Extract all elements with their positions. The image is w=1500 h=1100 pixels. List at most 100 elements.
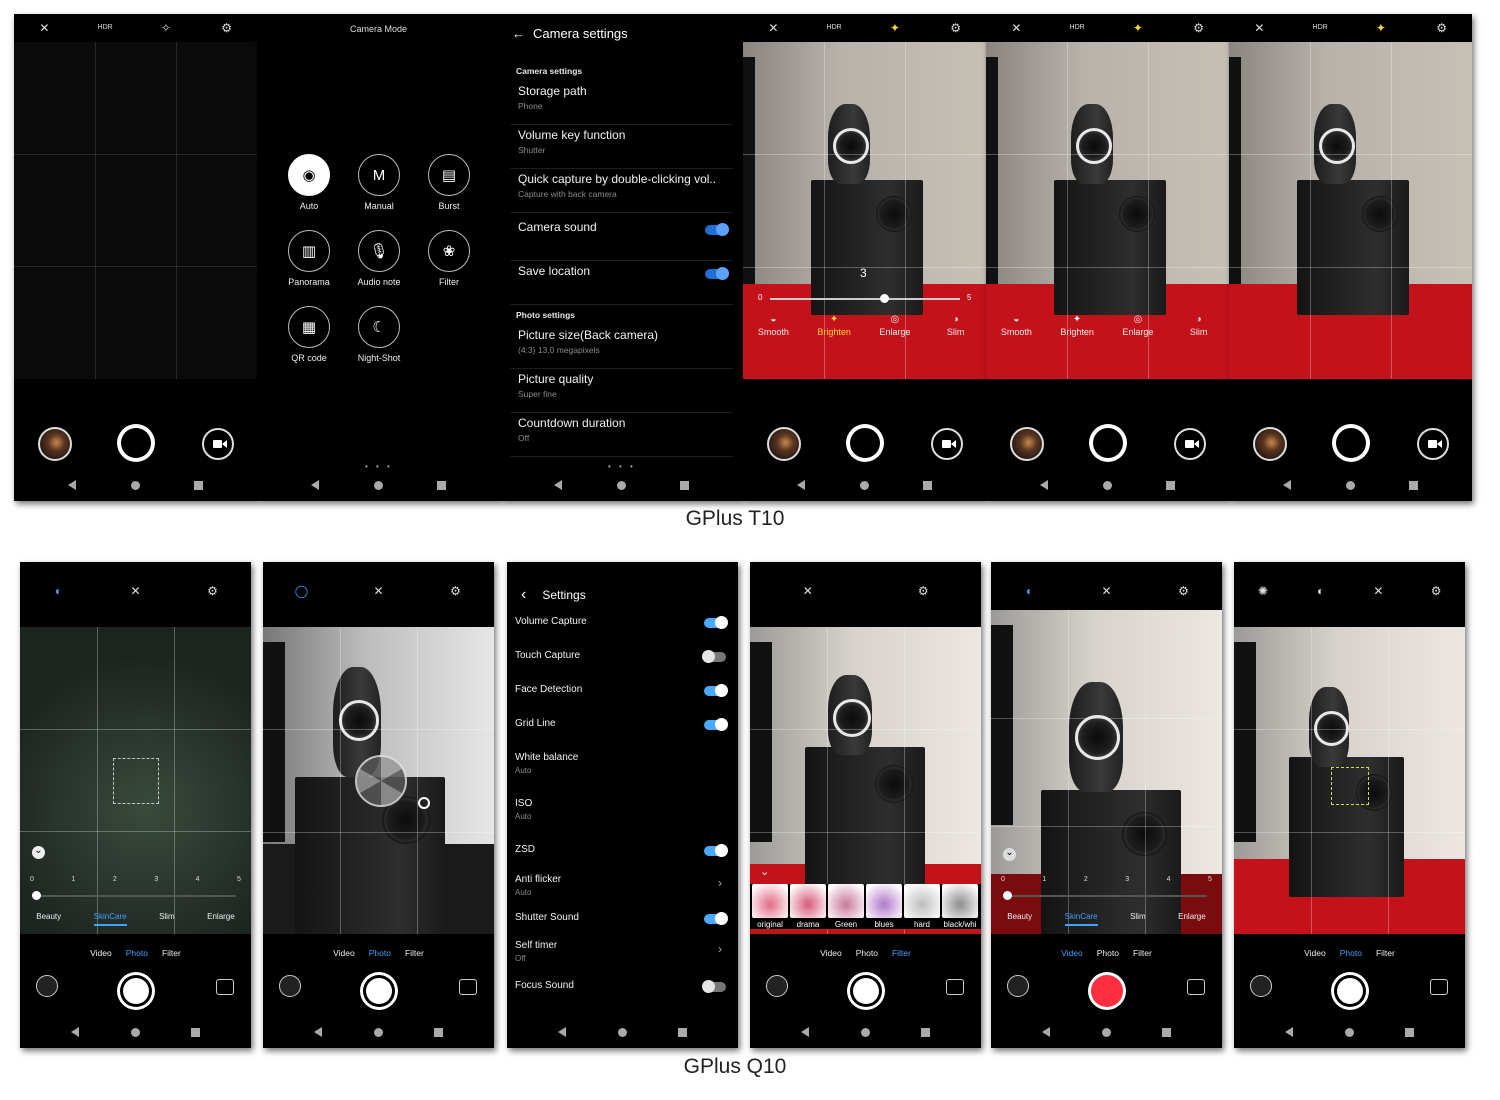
nav-recent-icon[interactable] [920, 1027, 930, 1037]
toggle-switch[interactable] [704, 912, 728, 925]
filter-black-whi[interactable]: black/whi [942, 884, 978, 929]
switch-camera-icon[interactable] [216, 979, 234, 995]
beauty-level-slider[interactable] [1003, 891, 1207, 900]
nav-home-icon[interactable] [373, 480, 383, 490]
tab-filter[interactable]: Filter [162, 948, 181, 958]
setting-shutter-sound[interactable]: Shutter Sound [515, 912, 730, 942]
beauty-option-beauty[interactable]: Beauty [1007, 912, 1032, 926]
flash-off-icon[interactable]: ✕ [36, 20, 52, 36]
settings-gear-icon[interactable]: ⚙ [1428, 583, 1444, 599]
beauty-option-beauty[interactable]: Beauty [36, 912, 61, 926]
shutter-button[interactable] [1332, 424, 1370, 462]
nav-recent-icon[interactable] [1161, 1027, 1171, 1037]
settings-camera-icon[interactable]: ⚙ [1191, 20, 1207, 36]
settings-camera-icon[interactable]: ⚙ [219, 20, 235, 36]
switch-camera-icon[interactable] [1187, 979, 1205, 995]
beauty-option-brighten[interactable]: ✦ Brighten [1047, 314, 1107, 337]
gallery-thumbnail[interactable] [767, 427, 801, 461]
flash-off-icon[interactable]: ✕ [128, 583, 144, 599]
gallery-thumbnail[interactable] [1253, 427, 1287, 461]
toggle-switch[interactable] [705, 267, 729, 280]
tab-filter[interactable]: Filter [1376, 948, 1395, 958]
tab-filter[interactable]: Filter [1133, 948, 1152, 958]
tab-photo[interactable]: Photo [126, 948, 148, 958]
switch-camera-icon[interactable] [459, 979, 477, 995]
nav-home-icon[interactable] [130, 480, 140, 490]
beauty-option-enlarge[interactable]: ◎ Enlarge [865, 314, 925, 337]
nav-home-icon[interactable] [1102, 480, 1112, 490]
shutter-button[interactable] [1088, 972, 1126, 1010]
toggle-switch[interactable] [704, 718, 728, 731]
nav-back-icon[interactable] [311, 480, 320, 490]
setting-volume-capture[interactable]: Volume Capture [515, 616, 730, 646]
nav-recent-icon[interactable] [193, 480, 203, 490]
beauty-on-icon[interactable]: ✦ [1130, 20, 1146, 36]
beauty-on-icon[interactable]: ✦ [1373, 20, 1389, 36]
flash-off-icon[interactable]: ✕ [371, 583, 387, 599]
hdr-off-icon[interactable]: HDR [1312, 20, 1328, 36]
setting-camera-sound[interactable]: Camera sound [510, 220, 733, 261]
nav-recent-icon[interactable] [1408, 480, 1418, 490]
exposure-handle[interactable] [418, 797, 430, 809]
mode-filter[interactable]: ❀ Filter [419, 230, 479, 287]
tab-photo[interactable]: Photo [369, 948, 391, 958]
viewfinder[interactable] [20, 627, 251, 934]
slider-knob[interactable] [1003, 891, 1012, 900]
setting-volume-key-function[interactable]: Volume key function Shutter [510, 128, 733, 169]
nav-home-icon[interactable] [860, 1027, 870, 1037]
nav-recent-icon[interactable] [436, 480, 446, 490]
back-arrow-icon[interactable]: ← [512, 26, 525, 41]
back-arrow-icon[interactable]: ‹ [521, 586, 526, 603]
tab-video[interactable]: Video [820, 948, 842, 958]
beauty-option-brighten[interactable]: ✦ Brighten [804, 314, 864, 337]
toggle-switch[interactable] [702, 980, 726, 993]
beauty-option-slim[interactable]: ◑ Slim [926, 314, 986, 337]
toggle-switch[interactable] [704, 684, 728, 697]
mode-night-shot[interactable]: ☾ Night-Shot [349, 306, 409, 363]
beauty-option-slim[interactable]: Slim [1130, 912, 1146, 926]
setting-white-balance[interactable]: White balance Auto [515, 752, 730, 782]
nav-home-icon[interactable] [130, 1027, 140, 1037]
tab-video[interactable]: Video [1061, 948, 1083, 958]
video-mode-button[interactable] [931, 428, 963, 460]
tab-video[interactable]: Video [1304, 948, 1326, 958]
gallery-thumbnail[interactable] [38, 427, 72, 461]
video-mode-button[interactable] [1174, 428, 1206, 460]
viewfinder[interactable] [991, 610, 1222, 934]
nav-home-icon[interactable] [859, 480, 869, 490]
gallery-icon[interactable] [766, 975, 788, 997]
setting-grid-line[interactable]: Grid Line [515, 718, 730, 748]
nav-back-icon[interactable] [797, 480, 806, 490]
tab-video[interactable]: Video [90, 948, 112, 958]
nav-home-icon[interactable] [373, 1027, 383, 1037]
filter-drama[interactable]: drama [790, 884, 826, 929]
shutter-button[interactable] [1331, 972, 1369, 1010]
beauty-option-enlarge[interactable]: Enlarge [207, 912, 235, 926]
beauty-level-slider[interactable] [32, 891, 236, 900]
gallery-thumbnail[interactable] [1010, 427, 1044, 461]
settings-camera-icon[interactable]: ⚙ [1434, 20, 1450, 36]
flash-off-icon[interactable]: ✕ [765, 20, 781, 36]
viewfinder[interactable] [14, 42, 257, 379]
tab-video[interactable]: Video [333, 948, 355, 958]
skincare-icon[interactable]: ◐ [1022, 583, 1038, 599]
nav-recent-icon[interactable] [1404, 1027, 1414, 1037]
skincare-off-icon[interactable]: ◐ [1313, 583, 1329, 599]
nav-recent-icon[interactable] [922, 480, 932, 490]
nav-back-icon[interactable] [1042, 1027, 1051, 1037]
beauty-option-smooth[interactable]: ◒ Smooth [986, 314, 1046, 337]
filter-original[interactable]: original [752, 884, 788, 929]
collapse-chevron-icon[interactable]: ⌄ [760, 865, 769, 878]
viewfinder[interactable] [1229, 42, 1472, 379]
settings-camera-icon[interactable]: ⚙ [948, 20, 964, 36]
skincare-icon[interactable]: ◐ [51, 583, 67, 599]
setting-zsd[interactable]: ZSD [515, 844, 730, 874]
beauty-option-smooth[interactable]: ◒ Smooth [743, 314, 803, 337]
gallery-icon[interactable] [1250, 975, 1272, 997]
slider-knob[interactable] [880, 294, 889, 303]
flash-off-icon[interactable]: ✕ [1251, 20, 1267, 36]
shutter-button[interactable] [1089, 424, 1127, 462]
nav-recent-icon[interactable] [679, 480, 689, 490]
flash-off-icon[interactable]: ✕ [1099, 583, 1115, 599]
nav-recent-icon[interactable] [677, 1027, 687, 1037]
